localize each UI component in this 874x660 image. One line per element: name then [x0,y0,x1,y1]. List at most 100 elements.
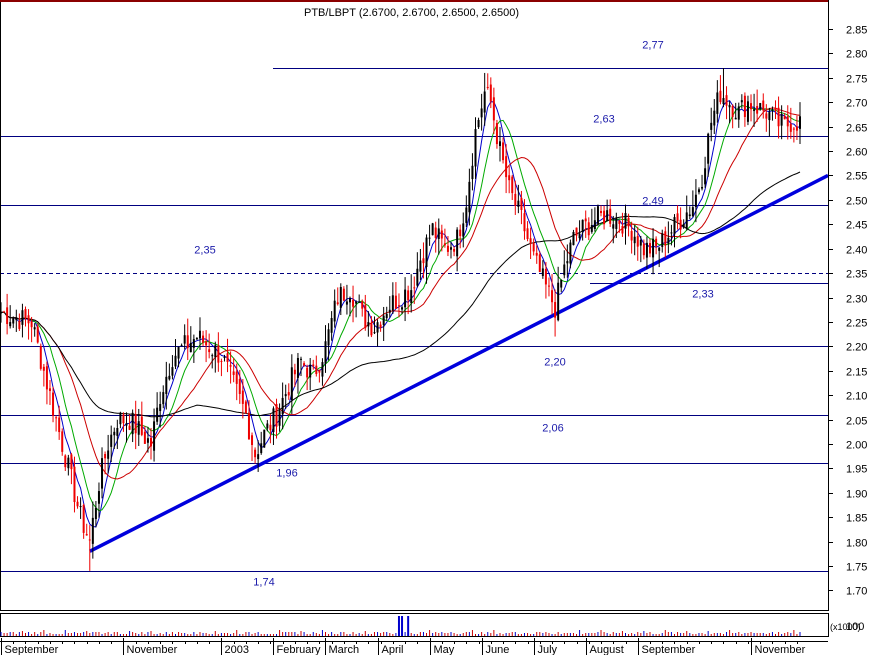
x-tick-label: April [382,644,404,655]
candle-body [401,307,404,310]
candle-body [186,335,189,349]
candle-body [85,534,88,536]
candle-body [468,181,471,213]
candle-body [456,229,459,257]
candle-body [697,189,700,193]
candle-body [229,365,232,367]
candle-body [385,313,388,319]
candle-body [394,295,397,309]
candle-body [664,231,667,246]
trendline [88,173,829,553]
candle-body [64,455,67,468]
candle-body [131,412,134,435]
candle-body [364,304,367,329]
candle-body [502,142,505,161]
candle-body [52,392,55,416]
candle-body [688,214,691,217]
candle-body [21,310,24,325]
candle-body [762,100,765,111]
candle-body [707,133,710,164]
level-label: 2,63 [593,114,614,126]
candle-body [391,295,394,311]
candle-body [477,119,480,128]
candle-body [679,219,682,230]
candle-body [587,222,590,236]
candle-body [704,168,707,185]
candle-body [667,237,670,244]
candle-body [676,213,679,222]
candle-body [419,260,422,272]
candle-body [777,107,780,127]
candle-body [183,335,186,344]
candle-body [434,227,437,238]
x-tick-label: 2003 [225,644,249,655]
candle-body [615,217,618,229]
candle-body [177,346,180,359]
y-tick-label: 1.90 [846,489,867,501]
candle-body [312,364,315,366]
candle-body [122,414,125,424]
level-label: 2,49 [642,196,663,208]
y-tick-label: 2.15 [846,367,867,379]
candle-body [189,342,192,353]
candle-body [569,242,572,264]
candle-body [266,423,269,429]
candle-body [232,371,235,375]
candle-body [670,232,673,234]
candle-body [73,466,76,503]
candle-body [42,366,45,371]
candle-body [551,290,554,303]
candle-body [125,423,128,426]
candle-body [642,243,645,256]
candle-body [318,369,321,373]
candle-body [36,326,39,343]
candle-body [76,501,79,507]
candle-body [211,355,214,357]
candle-body [443,243,446,246]
candle-body [382,315,385,325]
candle-body [373,332,376,334]
candle-body [746,101,749,122]
y-tick-label: 2.70 [846,98,867,110]
candle-body [722,98,725,105]
candle-body [303,363,306,366]
candle-body [471,165,474,180]
candle-body [309,364,312,378]
level-label: 1,96 [276,468,297,480]
candle-body [254,449,257,458]
candle-body [627,217,630,227]
candle-body [740,100,743,103]
x-tick-label: September [5,644,59,655]
candle-body [260,443,263,454]
candle-body [137,421,140,435]
candle-body [431,223,434,236]
candle-body [134,414,137,434]
candle-body [97,491,100,504]
candle-body [783,116,786,120]
candle-body [33,327,36,330]
candle-body [3,311,6,313]
candle-body [422,258,425,264]
candle-body [379,324,382,328]
candle-body [94,507,97,520]
x-tick-label: September [642,644,696,655]
candle-body [39,346,42,369]
candle-body [70,454,73,470]
candle-body [428,237,431,239]
candle-body [128,425,131,430]
candle-body [342,288,345,301]
candle-body [192,339,195,348]
candle-body [719,90,722,103]
candle-body [799,116,801,129]
candle-body [241,390,244,404]
candle-body [107,450,110,459]
y-tick-label: 2.75 [846,74,867,86]
candle-body [474,129,477,167]
candle-body [235,371,238,384]
candle-body [278,410,281,426]
candle-body [450,247,453,250]
candle-body [55,417,58,419]
candle-body [759,103,762,109]
y-tick-label: 1.80 [846,538,867,550]
candle-body [529,238,532,244]
